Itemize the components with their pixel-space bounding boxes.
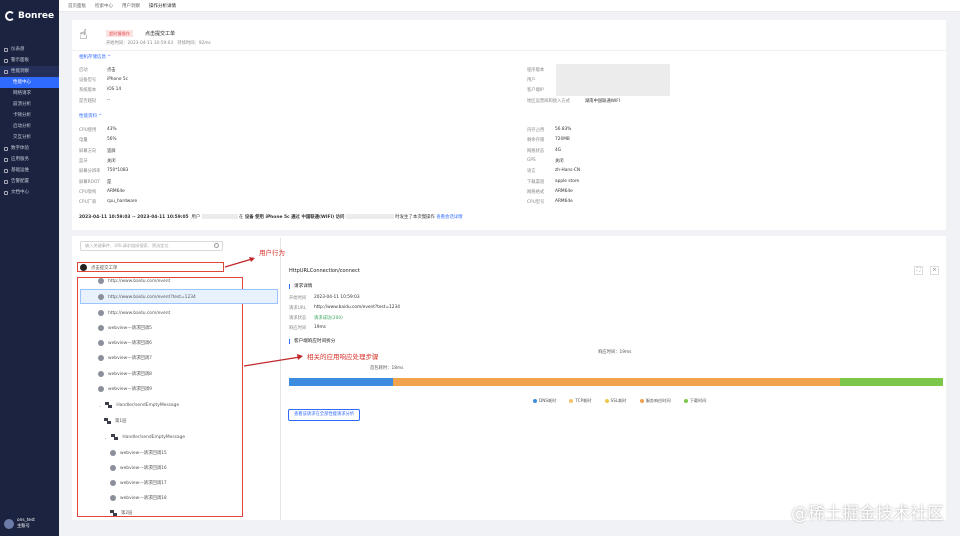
legend-dns: DNS耗时 [533,398,556,404]
arrow-line [243,356,301,367]
legend-tcp: TCP耗时 [569,398,592,404]
legend-ssl: SSL耗时 [604,398,627,404]
annot-steps: 相关的应用响应处理步骤 [307,353,379,361]
bar-server [393,378,840,386]
resp-time-label: 响应时间：19ms [598,350,632,355]
arrow-line [224,258,253,268]
detail-row: 请求状态 请求成功(200) [289,316,343,321]
detail-title: HttpURLConnection/connect [289,268,360,274]
bar-dns [289,378,393,386]
legend-download: 下载时间 [683,398,706,404]
arrow-head [297,354,303,360]
annot-user-action: 用户行为 [259,249,285,257]
detail-row: 响应时间 19ms [289,325,326,331]
view-request-analysis-button[interactable]: 查看该请求在全部性能请求分析 [288,409,361,421]
bar-download [840,378,943,386]
detail-row: 请求URL http://www.baidu.com/event?test=123… [289,305,400,311]
expand-icon[interactable]: ⛶ [914,266,923,275]
detail-section-request: 请求详情 [289,284,312,289]
watermark: @稀土掘金技术社区 [791,504,944,524]
legend-server: 服务响应时间 [639,398,671,404]
annotation-arrows [224,257,303,367]
first-packet-label: 首包耗时：18ms [370,366,404,371]
timing-legend: DNS耗时 TCP耗时 SSL耗时 服务响应时间 下载时间 [533,398,706,404]
timing-bar [289,378,943,386]
detail-section-split: 客户端响应时间拆分 [289,339,335,344]
detail-row: 开始时间 2023-04-11 10:59:03 [289,295,360,301]
close-icon[interactable]: × [930,266,939,275]
